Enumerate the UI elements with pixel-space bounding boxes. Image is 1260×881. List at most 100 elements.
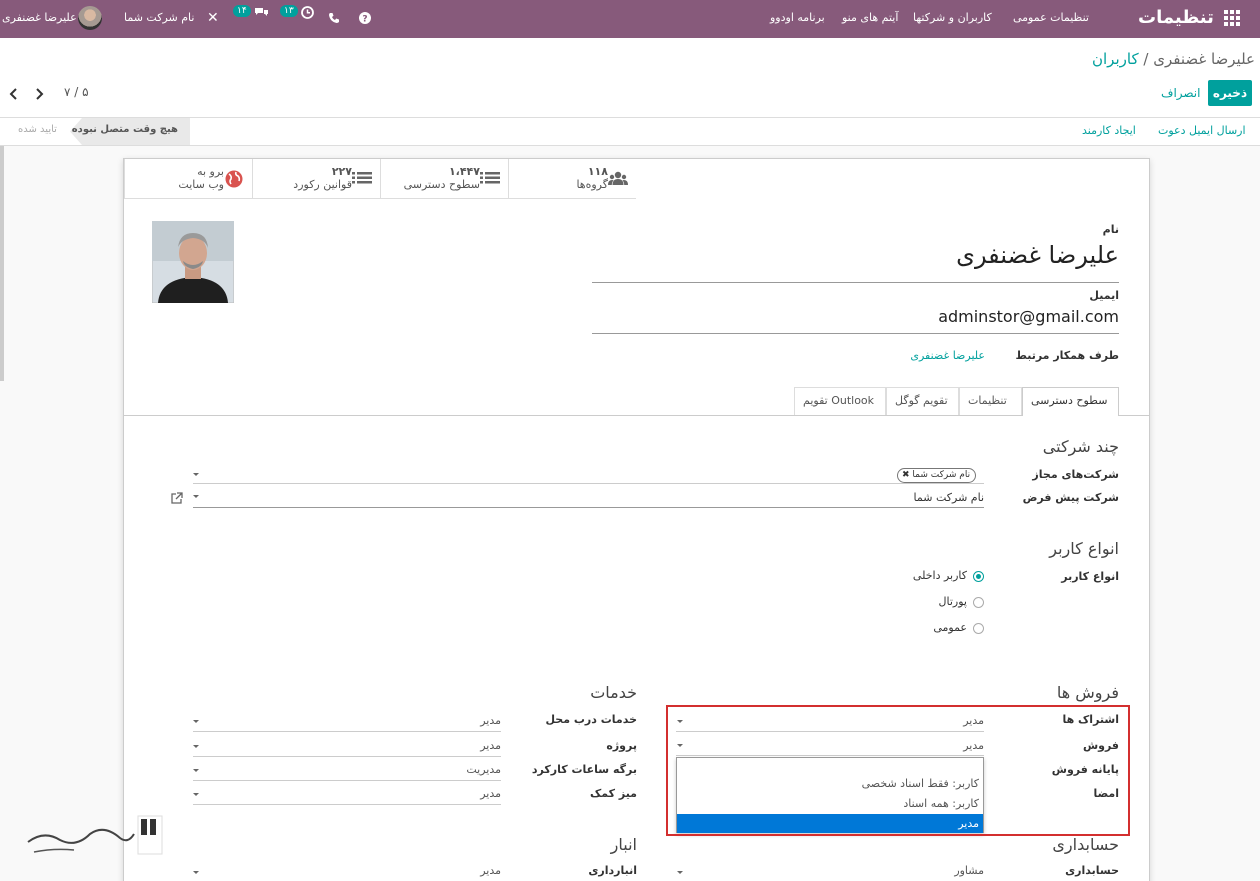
email-field[interactable]: adminstor@gmail.com: [938, 307, 1119, 326]
chevron-down-icon[interactable]: [193, 720, 199, 723]
inventory-title: انبار: [610, 835, 637, 854]
breadcrumb: علیرضا غضنفری / کاربران: [1092, 50, 1255, 68]
pager-next-icon[interactable]: [34, 88, 44, 103]
inventory-label: انبارداری: [588, 864, 637, 877]
status-never-connected: هیچ وقت متصل نبوده: [70, 118, 190, 145]
accounting-select[interactable]: مشاور: [954, 864, 984, 877]
groups-smart-button[interactable]: ۱۱۸ گروه‌ها: [508, 159, 636, 199]
user-menu[interactable]: علیرضا غضنفری: [2, 0, 77, 38]
field-service-select[interactable]: مدیر: [480, 714, 501, 727]
chevron-down-icon[interactable]: [193, 793, 199, 796]
helpdesk-select[interactable]: مدیر: [480, 787, 501, 800]
close-x-icon[interactable]: ✕: [207, 0, 219, 38]
watermark-logo: [27, 815, 163, 855]
accounting-label: حسابداری: [1065, 864, 1119, 877]
tab-preferences[interactable]: تنظیمات: [959, 387, 1022, 415]
tabs-baseline: [124, 415, 1149, 416]
radio-public-label: عمومی: [933, 621, 967, 634]
timesheets-select[interactable]: مدیریت: [466, 763, 501, 776]
chevron-down-icon[interactable]: [193, 769, 199, 772]
menu-general-settings[interactable]: تنظیمات عمومی: [1013, 0, 1089, 38]
send-invitation-button[interactable]: ارسال ایمیل دعوت: [1158, 124, 1246, 137]
messaging-menu[interactable]: ۱۴: [233, 0, 269, 38]
menu-odoo-apps[interactable]: برنامه اودوو: [770, 0, 825, 38]
create-employee-button[interactable]: ایجاد کارمند: [1082, 124, 1136, 137]
name-field[interactable]: علیرضا غضنفری: [956, 241, 1119, 269]
discard-button[interactable]: انصراف: [1161, 86, 1200, 100]
email-label: ایمیل: [1089, 289, 1119, 302]
svg-text:?: ?: [362, 15, 367, 25]
help-icon[interactable]: ?: [358, 0, 372, 38]
user-type-label: انواع کاربر: [1061, 570, 1119, 583]
list-icon: [480, 172, 500, 184]
radio-portal[interactable]: [973, 597, 984, 608]
default-company-label: شرکت پیش فرض: [1022, 491, 1119, 504]
radio-public[interactable]: [973, 623, 984, 634]
access-rights-count: ۱،۴۴۷: [448, 165, 480, 178]
active-tab-mask: [1023, 413, 1118, 416]
goto-label: برو به: [197, 165, 224, 178]
chevron-down-icon[interactable]: [193, 871, 199, 874]
status-never-connected-label: هیچ وقت متصل نبوده: [71, 124, 178, 135]
chevron-down-icon[interactable]: [677, 871, 683, 874]
inventory-select[interactable]: مدیر: [480, 864, 501, 877]
email-underline: [592, 333, 1119, 334]
field-service-label: خدمات درب محل: [545, 713, 637, 726]
chevron-down-icon[interactable]: [193, 745, 199, 748]
phone-icon[interactable]: [328, 0, 340, 38]
pager-value[interactable]: ۷ / ۵: [64, 85, 89, 99]
accounting-title: حسابداری: [1052, 835, 1119, 854]
helpdesk-label: میز کمک: [589, 787, 637, 800]
allowed-companies-label: شرکت‌های مجاز: [1032, 468, 1119, 481]
clock-icon: [301, 6, 315, 19]
top-navbar: تنظیمات تنظیمات عمومی کاربران و شرکتها آ…: [0, 0, 1260, 38]
chat-badge: ۱۴: [233, 5, 251, 17]
breadcrumb-separator: /: [1143, 50, 1149, 68]
company-switcher[interactable]: نام شرکت شما: [124, 0, 194, 38]
chevron-down-icon[interactable]: [193, 473, 199, 476]
default-company-field[interactable]: نام شرکت شما: [914, 491, 984, 504]
tab-outlook-calendar[interactable]: تقویم Outlook: [794, 387, 886, 415]
groups-count: ۱۱۸: [587, 165, 608, 178]
project-label: پروژه: [606, 739, 637, 752]
helpdesk-underline: [193, 804, 501, 805]
activity-menu[interactable]: ۱۳: [280, 0, 315, 38]
access-rights-label: سطوح دسترسی: [403, 178, 480, 191]
app-title: تنظیمات: [1138, 7, 1214, 28]
record-rules-label: قوانین رکورد: [293, 178, 352, 191]
tag-remove-icon[interactable]: ✖: [902, 470, 910, 480]
user-photo[interactable]: [152, 221, 234, 303]
access-rights-smart-button[interactable]: ۱،۴۴۷ سطوح دسترسی: [380, 159, 508, 199]
project-select[interactable]: مدیر: [480, 739, 501, 752]
menu-users-companies[interactable]: کاربران و شرکتها: [913, 0, 992, 38]
chat-icon: [255, 8, 269, 16]
list-icon: [352, 172, 372, 184]
services-title: خدمات: [590, 683, 637, 702]
allowed-companies-field[interactable]: [193, 483, 984, 484]
tab-google-calendar[interactable]: تقویم گوگل: [886, 387, 959, 415]
menu-menu-items[interactable]: آیتم های منو: [842, 0, 898, 38]
name-label: نام: [1102, 223, 1119, 236]
activity-badge: ۱۳: [280, 5, 298, 17]
tab-access-rights[interactable]: سطوح دسترسی: [1022, 387, 1119, 415]
scrollbar[interactable]: [0, 146, 4, 381]
related-partner-link[interactable]: علیرضا غضنفری: [910, 349, 985, 362]
user-avatar[interactable]: [78, 6, 102, 30]
status-confirmed: تایید شده: [18, 124, 57, 135]
highlight-box: [666, 705, 1130, 836]
record-rules-smart-button[interactable]: ۲۲۷ قوانین رکورد: [252, 159, 380, 199]
allowed-company-tag[interactable]: ✖ نام شرکت شما: [897, 468, 977, 483]
chevron-down-icon[interactable]: [193, 495, 199, 498]
related-partner-label: طرف همکار مرتبط: [1015, 349, 1119, 362]
go-to-website-smart-button[interactable]: برو به وب سایت: [124, 159, 252, 199]
breadcrumb-users-link[interactable]: کاربران: [1092, 50, 1139, 68]
record-rules-count: ۲۲۷: [331, 165, 352, 178]
radio-internal-user[interactable]: [973, 571, 984, 582]
save-button[interactable]: ذخیره: [1208, 80, 1252, 106]
pager-prev-icon[interactable]: [9, 88, 19, 103]
globe-icon: [225, 170, 243, 188]
breadcrumb-current: علیرضا غضنفری: [1153, 50, 1255, 68]
apps-grid-icon[interactable]: [1224, 10, 1240, 26]
user-types-title: انواع کاربر: [1049, 539, 1119, 558]
external-link-icon[interactable]: [171, 492, 183, 504]
